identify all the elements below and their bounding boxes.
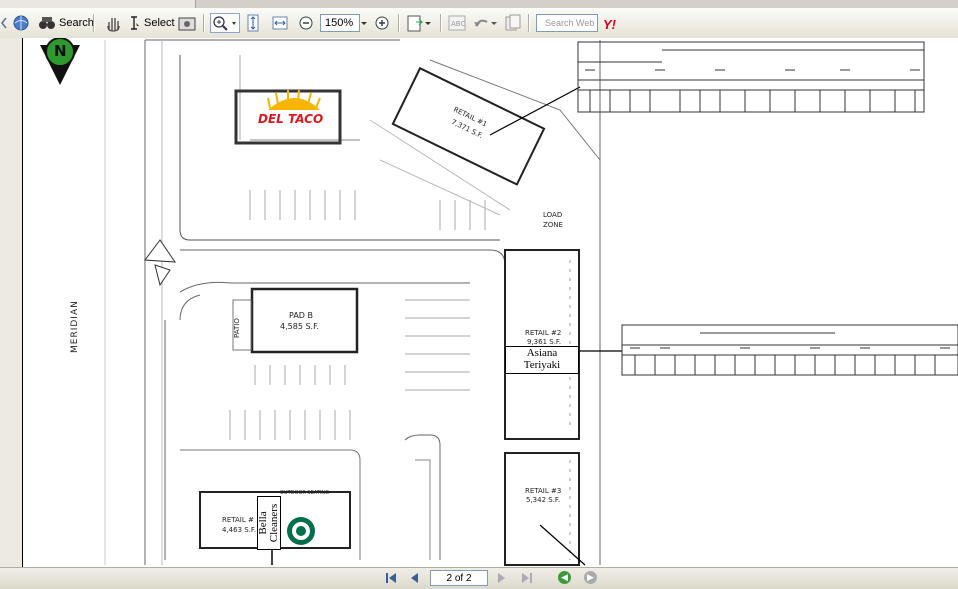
load-zone-line2: ZONE [543,221,563,229]
back-view-icon[interactable]: ◀ [558,571,571,584]
separator [93,14,95,32]
road-label: MERIDIAN [70,300,80,353]
next-page-icon[interactable] [496,571,508,588]
globe-icon[interactable] [12,12,30,34]
previous-page-icon[interactable] [408,571,420,588]
retail2-title: RETAIL #2 [525,329,562,337]
deltaco-label: DEL TACO [258,112,324,126]
page-options-icon[interactable] [406,12,432,34]
patio-label: PATIO [233,318,241,338]
asiana-line1: Asiana [526,347,558,359]
search-button[interactable]: Search [38,12,94,34]
back-icon[interactable] [0,12,8,34]
search-web-input[interactable]: Search Web [536,14,598,32]
asiana-line2: Teriyaki [523,359,561,371]
page-number-input[interactable]: 2 of 2 [430,570,488,586]
document-view: N MERIDIAN DEL TACO RETAIL #1 7,371 S.F.… [0,38,958,568]
active-tab[interactable] [0,0,196,8]
select-button[interactable]: Select [128,12,175,34]
binoculars-icon [39,17,55,29]
search-label: Search [59,17,94,29]
load-zone-line1: LOAD [543,211,563,219]
first-page-icon[interactable] [384,571,398,588]
pad-b-size: 4,585 S.F. [280,322,319,331]
page-navigation-bar: 2 of 2 ◀ ▶ [0,567,958,589]
retail3-size: 5,342 S.F. [526,496,561,504]
separator [440,14,442,32]
zoom-in-plus-icon[interactable] [374,12,390,34]
separator [203,14,205,32]
yahoo-icon[interactable]: Y! [603,17,616,32]
forward-view-icon[interactable]: ▶ [584,571,597,584]
zoom-dropdown-icon[interactable] [360,12,368,34]
pad-b-title: PAD B [289,311,313,320]
fit-height-icon[interactable] [246,12,260,34]
bella-cleaners-label: Bella Cleaners [257,496,281,550]
snapshot-icon[interactable] [178,12,196,34]
tab-strip [0,0,958,8]
separator [398,14,400,32]
zoom-level-input[interactable]: 150% [320,14,360,32]
last-page-icon[interactable] [520,571,534,588]
north-letter: N [54,42,67,60]
fit-width-icon[interactable] [272,12,288,34]
retail4-size: 4,463 S.F. [222,526,257,534]
select-label: Select [144,17,175,29]
hand-tool-icon[interactable] [104,12,122,34]
svg-text:ABC: ABC [451,20,465,28]
asiana-teriyaki-label: Asiana Teriyaki [505,346,579,374]
deltaco-logo [267,89,321,110]
bella-line2: Cleaners [268,503,280,543]
spell-check-icon[interactable]: ABC [448,12,466,34]
separator [528,14,530,32]
outdoor-seating-label: OUTDOOR SEATING [280,490,329,496]
retail3-title: RETAIL #3 [525,487,562,495]
toolbar: Search Select 150% ABC Search Web Y! [0,8,958,39]
retail4-title: RETAIL # [222,516,254,524]
zoom-in-icon [213,16,236,31]
retail2-size: 9,361 S.F. [527,338,562,346]
undo-icon[interactable] [472,12,498,34]
document-icon[interactable] [505,12,521,34]
starbucks-logo [287,517,315,545]
text-cursor-icon [131,16,139,30]
left-margin [0,38,23,568]
zoom-out-icon[interactable] [298,12,314,34]
zoom-tool-button[interactable] [210,13,240,33]
